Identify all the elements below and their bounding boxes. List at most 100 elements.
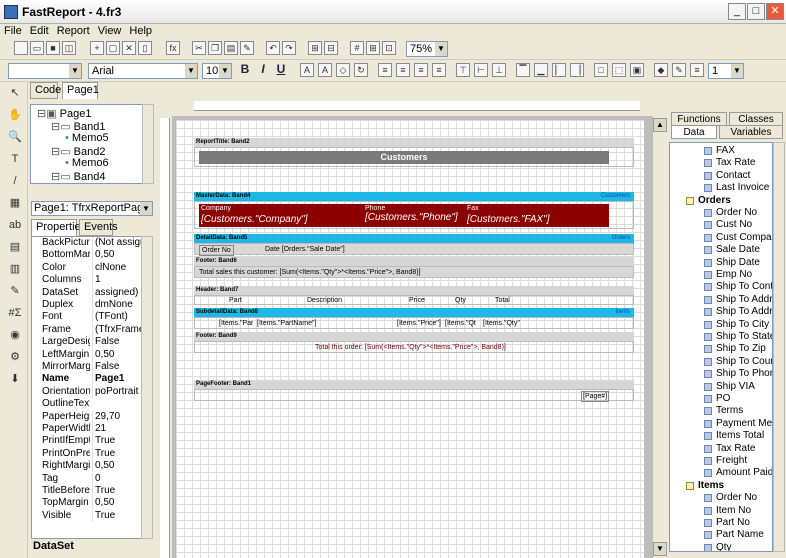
field-node[interactable]: Ship To Addr xyxy=(670,306,772,318)
object-select[interactable]: Page1: TfrxReportPage ▼ xyxy=(31,201,153,216)
band-detaildata[interactable]: Order No Date [Orders."Sale Date"] xyxy=(194,243,634,256)
frame-style-icon[interactable]: ≡ xyxy=(690,63,704,77)
item-qty-field[interactable]: [Items."Qt xyxy=(445,319,479,328)
font-name-select[interactable]: Arial ▼ xyxy=(88,63,198,79)
rotation-icon[interactable]: ↻ xyxy=(354,63,368,77)
field-node[interactable]: Ship VIA xyxy=(670,381,772,393)
select-tool-icon[interactable]: ↖ xyxy=(6,84,24,102)
group-icon[interactable]: ⊞ xyxy=(308,41,322,55)
band-reporttitle[interactable]: Customers xyxy=(194,147,634,167)
frame-none-icon[interactable]: ⬚ xyxy=(612,63,626,77)
field-node[interactable]: Last Invoice D xyxy=(670,182,772,194)
band-tool-icon[interactable]: ▦ xyxy=(6,194,24,212)
zoom-tool-icon[interactable]: 🔍 xyxy=(6,128,24,146)
page-number-field[interactable]: [Page#] xyxy=(581,391,610,402)
cut-icon[interactable]: ✂ xyxy=(192,41,206,55)
title-memo[interactable]: Customers xyxy=(199,151,609,164)
inspector-scrollbar[interactable] xyxy=(141,236,153,539)
tree-scrollbar[interactable] xyxy=(142,104,154,184)
field-node[interactable]: Freight xyxy=(670,455,772,467)
field-node[interactable]: Tax Rate xyxy=(670,443,772,455)
fax-field[interactable]: [Customers."FAX"] xyxy=(467,214,550,226)
property-row[interactable]: Font (TFont) xyxy=(32,311,152,324)
field-node[interactable]: PO xyxy=(670,393,772,405)
style-select[interactable]: ▼ xyxy=(8,63,82,79)
ado-object-icon[interactable]: ◉ xyxy=(6,326,24,344)
col-total[interactable]: Total xyxy=(495,296,510,305)
redo-icon[interactable]: ↷ xyxy=(282,41,296,55)
fill-icon[interactable]: ◇ xyxy=(336,63,350,77)
field-node[interactable]: Payment Met xyxy=(670,418,772,430)
copy-icon[interactable]: ❐ xyxy=(208,41,222,55)
menu-report[interactable]: Report xyxy=(53,24,94,38)
tree-item[interactable]: ⊟▭ Band1 xyxy=(51,120,105,133)
field-node[interactable]: Emp No xyxy=(670,269,772,281)
text-object-icon[interactable]: ab xyxy=(6,216,24,234)
tab-properties[interactable]: Properties xyxy=(31,219,86,236)
new-dialog-icon[interactable]: ▢ xyxy=(106,41,120,55)
tree-item[interactable]: • Memo6 xyxy=(65,157,109,169)
property-row[interactable]: TitleBeforeHeTrue xyxy=(32,485,152,497)
preview-icon[interactable]: ◫ xyxy=(62,41,76,55)
maximize-button[interactable]: □ xyxy=(747,3,765,20)
valign-middle-icon[interactable]: ⊢ xyxy=(474,63,488,77)
bold-button[interactable]: B xyxy=(238,63,252,77)
customer-total-field[interactable]: Total sales this customer: [Sum(<Items."… xyxy=(199,268,421,277)
frame-right-icon[interactable]: ▕ xyxy=(570,63,584,77)
format-copy-tool-icon[interactable]: / xyxy=(6,172,24,190)
band-header-header7[interactable]: Header: Band7 xyxy=(194,286,634,295)
band-header-reporttitle[interactable]: ReportTitle: Band2 xyxy=(194,138,634,147)
band-subdetail[interactable]: [Items."Par [Items."PartName"] [Items."P… xyxy=(194,317,634,329)
undo-icon[interactable]: ↶ xyxy=(266,41,280,55)
field-node[interactable]: Item No xyxy=(670,505,772,517)
menu-edit[interactable]: Edit xyxy=(26,24,53,38)
font-size-select[interactable]: 10 ▼ xyxy=(202,63,232,79)
band-footer9[interactable]: Total this order: [Sum(<Items."Qty">*<It… xyxy=(194,341,634,353)
company-field[interactable]: [Customers."Company"] xyxy=(201,214,308,226)
draw-object-icon[interactable]: ✎ xyxy=(6,282,24,300)
field-node[interactable]: Ship Date xyxy=(670,257,772,269)
property-row[interactable]: PrintOnPreviTrue xyxy=(32,447,152,460)
dataset-node[interactable]: Orders xyxy=(670,195,772,207)
tree-item[interactable]: ⊟▣ Page1 xyxy=(37,107,91,120)
order-total-field[interactable]: Total this order: [Sum(<Items."Qty">*<It… xyxy=(315,343,506,352)
open-icon[interactable]: ▭ xyxy=(30,41,44,55)
band-pagefooter[interactable]: [Page#] xyxy=(194,389,634,402)
property-row[interactable]: Color clNone xyxy=(32,261,152,274)
ungroup-icon[interactable]: ⊟ xyxy=(324,41,338,55)
align-to-grid-icon[interactable]: ⊞ xyxy=(366,41,380,55)
property-row[interactable]: Duplex dmNone xyxy=(32,299,152,311)
page-settings-icon[interactable]: ▯ xyxy=(138,41,152,55)
underline-button[interactable]: U xyxy=(274,63,288,77)
menu-help[interactable]: Help xyxy=(125,24,156,38)
property-row[interactable]: Name Page1 xyxy=(32,373,152,386)
align-right-icon[interactable]: ≡ xyxy=(414,63,428,77)
field-node[interactable]: Ship To State xyxy=(670,331,772,343)
field-node[interactable]: Contact xyxy=(670,170,772,182)
close-button[interactable]: ✕ xyxy=(766,3,784,20)
minimize-button[interactable]: _ xyxy=(728,3,746,20)
menu-view[interactable]: View xyxy=(94,24,126,38)
property-row[interactable]: Orientation poPortrait xyxy=(32,385,152,398)
tab-variables[interactable]: Variables xyxy=(719,125,783,139)
shadow-icon[interactable]: ▣ xyxy=(630,63,644,77)
valign-bottom-icon[interactable]: ⊥ xyxy=(492,63,506,77)
field-node[interactable]: Terms xyxy=(670,405,772,417)
highlight-icon[interactable]: A xyxy=(318,63,332,77)
phone-field[interactable]: [Customers."Phone"] xyxy=(365,212,461,224)
frame-bottom-icon[interactable]: ▁ xyxy=(534,63,548,77)
field-node[interactable]: Tax Rate xyxy=(670,157,772,169)
format-painter-icon[interactable]: ✎ xyxy=(240,41,254,55)
field-node[interactable]: Order No xyxy=(670,207,772,219)
property-row[interactable]: LeftMargin 0,50 xyxy=(32,348,152,361)
property-row[interactable]: BottomMargin0,50 xyxy=(32,249,152,262)
property-row[interactable]: OutlineText xyxy=(32,398,152,410)
field-node[interactable]: Part No xyxy=(670,517,772,529)
band-header-footer6[interactable]: Footer: Band6 xyxy=(194,257,634,266)
new-page-icon[interactable]: + xyxy=(90,41,104,55)
tab-classes[interactable]: Classes xyxy=(729,112,783,126)
text-tool-icon[interactable]: T xyxy=(6,150,24,168)
valign-top-icon[interactable]: ⊤ xyxy=(456,63,470,77)
band-header-masterdata[interactable]: MasterData: Band4 Customers xyxy=(194,192,634,201)
band-footer6[interactable]: Total sales this customer: [Sum(<Items."… xyxy=(194,266,634,278)
